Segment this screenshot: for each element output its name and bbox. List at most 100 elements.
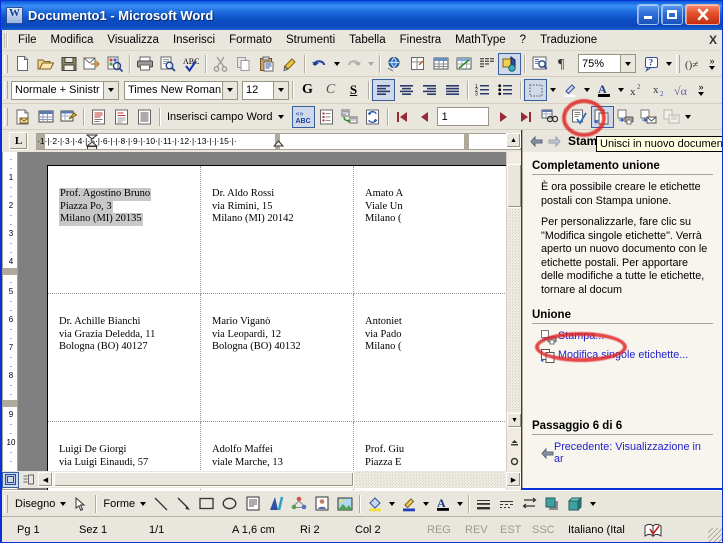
table-row[interactable]: Dr. Achille Bianchi via Grazia Deledda, … <box>48 294 201 422</box>
format-painter-icon[interactable] <box>278 53 301 75</box>
drawing-toolbar-grip[interactable] <box>4 494 8 513</box>
horizontal-scroll-thumb[interactable] <box>54 472 354 487</box>
menu-traduzione[interactable]: Traduzione <box>533 32 604 48</box>
resize-grip[interactable] <box>708 528 722 542</box>
search-document-icon[interactable] <box>103 53 126 75</box>
fill-color-dropdown[interactable] <box>386 493 397 515</box>
undo-dropdown[interactable] <box>331 53 342 75</box>
subscript-icon[interactable]: x2 <box>649 79 672 101</box>
borders-dropdown[interactable] <box>547 79 558 101</box>
propagate-labels-icon[interactable] <box>361 106 384 128</box>
line-color-icon[interactable] <box>397 493 420 515</box>
maximize-button[interactable] <box>661 4 683 25</box>
mail-merge-toolbar-grip[interactable] <box>4 107 8 126</box>
previous-step-row[interactable]: Precedente: Visualizzazione in ar <box>541 441 713 465</box>
redo-icon[interactable] <box>342 53 365 75</box>
dash-style-icon[interactable] <box>495 493 518 515</box>
stampa-link-row[interactable]: Stampa... <box>541 330 713 345</box>
underline-button[interactable]: S <box>342 79 365 101</box>
main-document-setup-icon[interactable] <box>11 106 34 128</box>
status-rec[interactable]: REG <box>427 524 465 536</box>
shadow-style-icon[interactable] <box>541 493 564 515</box>
superscript-icon[interactable]: x2 <box>626 79 649 101</box>
font-dropdown-arrow[interactable] <box>222 81 237 99</box>
rectangle-icon[interactable] <box>195 493 218 515</box>
menu-formato[interactable]: Formato <box>222 32 279 48</box>
zoom-combo[interactable]: 75% <box>578 54 636 73</box>
match-fields-icon[interactable] <box>338 106 361 128</box>
bold-button[interactable]: G <box>296 79 319 101</box>
insert-word-field-button[interactable]: Inserisci campo Word <box>163 111 288 123</box>
hyperlink-icon[interactable] <box>383 53 406 75</box>
vertical-scrollbar[interactable]: ▼ <box>506 152 521 490</box>
clip-art-icon[interactable] <box>310 493 333 515</box>
help-icon[interactable]: ? <box>640 53 663 75</box>
highlight-color-icon[interactable] <box>558 79 581 101</box>
insert-greeting-line-icon[interactable] <box>110 106 133 128</box>
web-layout-view-icon[interactable] <box>20 472 37 488</box>
drawing-icon[interactable] <box>498 52 521 75</box>
status-ext[interactable]: EST <box>500 524 532 536</box>
table-row[interactable]: Mario Viganò via Leopardi, 12 Bologna (B… <box>201 294 354 422</box>
tab-stop-selector[interactable]: L <box>9 132 28 150</box>
line-icon[interactable] <box>149 493 172 515</box>
forward-arrow-icon[interactable] <box>547 134 561 148</box>
open-data-source-icon[interactable] <box>34 106 57 128</box>
italic-button[interactable]: C <box>319 79 342 101</box>
borders-icon[interactable] <box>524 79 547 101</box>
back-arrow-icon[interactable] <box>529 134 543 148</box>
align-right-icon[interactable] <box>418 79 441 101</box>
close-button[interactable] <box>685 4 720 25</box>
find-entry-icon[interactable] <box>538 106 561 128</box>
status-ovr[interactable]: SSC <box>532 524 568 536</box>
undo-icon[interactable] <box>308 53 331 75</box>
menu-visualizza[interactable]: Visualizza <box>100 32 166 48</box>
line-style-icon[interactable] <box>472 493 495 515</box>
mail-merge-toolbar-overflow[interactable] <box>683 106 694 128</box>
font-color-dropdown[interactable] <box>454 493 465 515</box>
line-color-dropdown[interactable] <box>420 493 431 515</box>
drawing-toolbar-overflow[interactable] <box>587 493 598 515</box>
spelling-check-icon[interactable]: ABC <box>179 53 202 75</box>
toolbar-grip[interactable] <box>4 54 8 73</box>
style-dropdown-arrow[interactable] <box>103 81 118 99</box>
record-number-input[interactable]: 1 <box>436 107 489 126</box>
mathtype-toolbar-grip[interactable] <box>676 54 680 73</box>
previous-step-link[interactable]: Precedente: Visualizzazione in ar <box>554 441 713 465</box>
mail-merge-recipients-icon[interactable] <box>57 106 80 128</box>
document-canvas[interactable]: Prof. Agostino Bruno Piazza Po, 3 Milano… <box>18 152 521 490</box>
document-page[interactable]: Prof. Agostino Bruno Piazza Po, 3 Milano… <box>47 165 507 490</box>
font-size-dropdown-arrow[interactable] <box>273 81 288 99</box>
tables-borders-icon[interactable] <box>406 53 429 75</box>
numbered-list-icon[interactable]: 123 <box>471 79 494 101</box>
copy-icon[interactable] <box>232 53 255 75</box>
highlight-color-dropdown[interactable] <box>581 79 592 101</box>
first-record-icon[interactable] <box>391 106 414 128</box>
wordart-icon[interactable] <box>264 493 287 515</box>
new-document-icon[interactable] <box>11 53 34 75</box>
menu-modifica[interactable]: Modifica <box>44 32 101 48</box>
previous-record-icon[interactable] <box>414 106 437 128</box>
menu-strumenti[interactable]: Strumenti <box>279 32 342 48</box>
3d-style-icon[interactable] <box>564 493 587 515</box>
next-record-icon[interactable] <box>492 106 515 128</box>
font-color-dropdown[interactable] <box>615 79 626 101</box>
stampa-link[interactable]: Stampa... <box>558 330 604 342</box>
formatting-toolbar-overflow[interactable]: » <box>695 79 707 101</box>
select-browse-object-button[interactable] <box>507 454 521 469</box>
save-icon[interactable] <box>57 53 80 75</box>
document-map-icon[interactable] <box>528 53 551 75</box>
oval-icon[interactable] <box>218 493 241 515</box>
draw-menu-button[interactable]: Disegno <box>11 498 69 510</box>
open-folder-icon[interactable] <box>34 53 57 75</box>
arrow-icon[interactable] <box>172 493 195 515</box>
menu-tabella[interactable]: Tabella <box>342 32 392 48</box>
redo-dropdown[interactable] <box>365 53 376 75</box>
vertical-scroll-thumb[interactable] <box>507 164 521 208</box>
view-merged-data-icon[interactable]: «» ABC <box>291 105 315 128</box>
print-preview-icon[interactable] <box>156 53 179 75</box>
shapes-menu-button[interactable]: Forme <box>99 498 149 510</box>
modifica-singole-etichette-link[interactable]: Modifica singole etichette... <box>558 349 688 361</box>
menu-mathtype[interactable]: MathType <box>448 32 513 48</box>
fill-color-icon[interactable] <box>363 493 386 515</box>
